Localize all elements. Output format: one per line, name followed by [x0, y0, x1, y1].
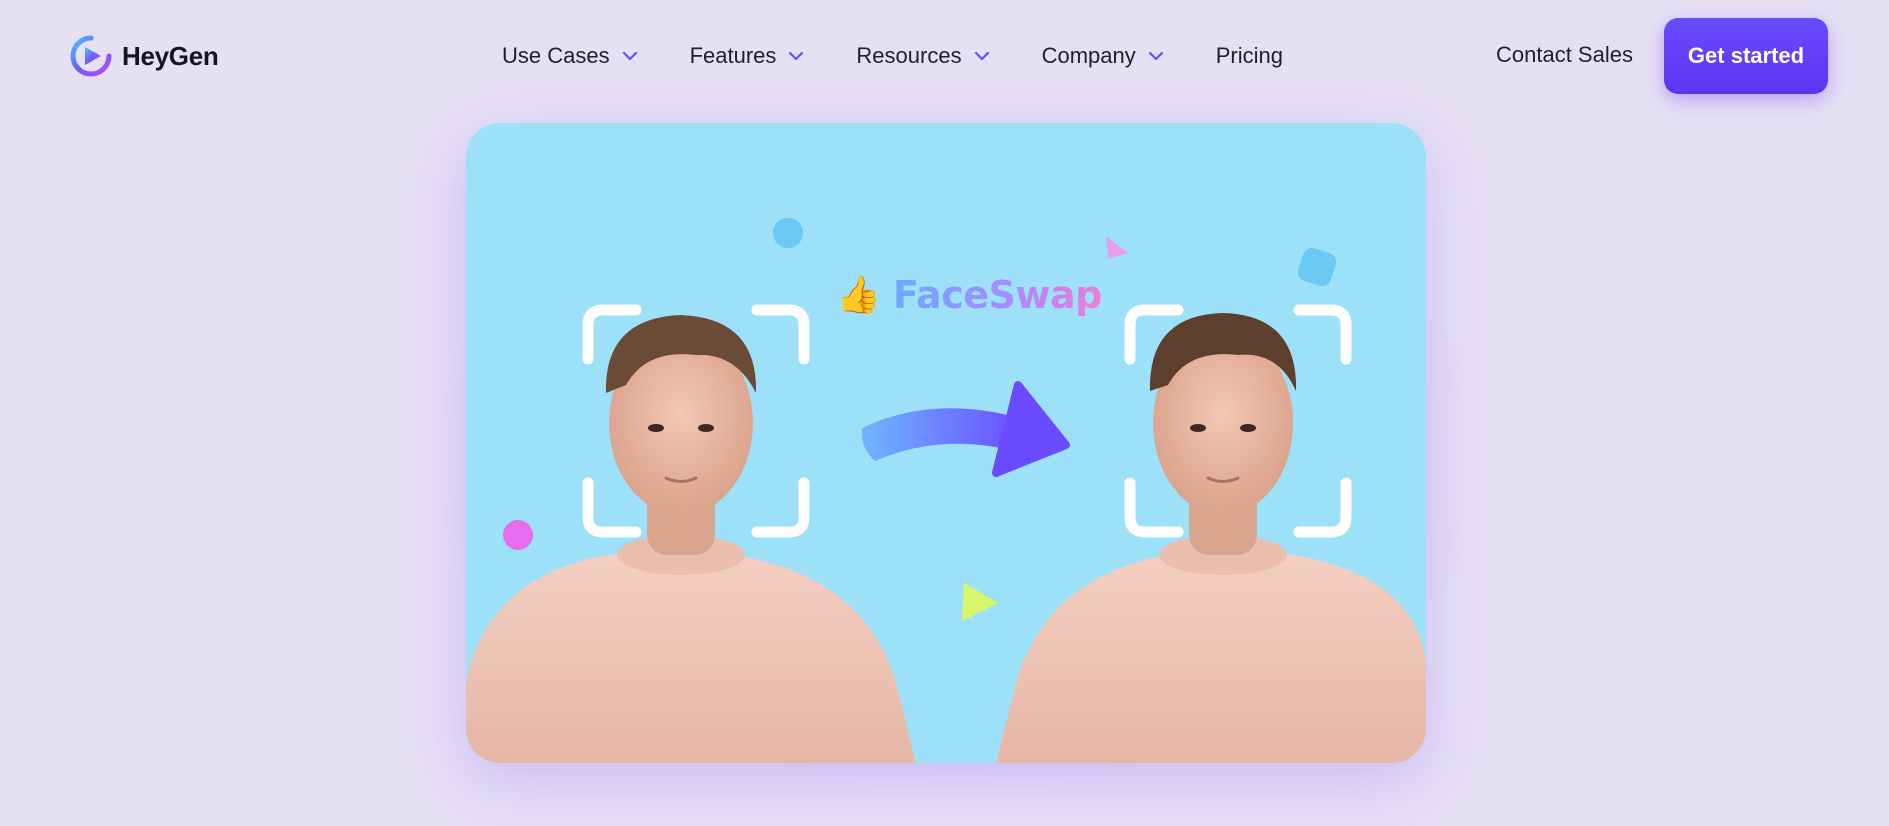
decor-triangle: [1106, 236, 1128, 259]
get-started-button[interactable]: Get started: [1664, 18, 1828, 94]
chevron-down-icon: [789, 51, 804, 61]
faceswap-illustration: [466, 218, 1426, 763]
heygen-logo[interactable]: HeyGen: [70, 35, 219, 77]
nav-label: Use Cases: [502, 43, 610, 68]
nav-resources[interactable]: Resources: [856, 43, 989, 69]
swapped-person: [996, 313, 1426, 763]
chevron-down-icon: [974, 51, 989, 61]
main-menu: Use Cases Features Resources Company Pri…: [502, 36, 1283, 76]
faceswap-title: 👍 FaceSwap: [836, 273, 1102, 317]
chevron-down-icon: [1148, 51, 1163, 61]
faceswap-hero-card: 👍 FaceSwap: [466, 123, 1426, 763]
nav-use-cases[interactable]: Use Cases: [502, 43, 638, 69]
nav-label: Pricing: [1215, 43, 1283, 68]
faceswap-title-text: FaceSwap: [892, 273, 1103, 317]
nav-label: Resources: [856, 43, 962, 68]
original-person: [466, 315, 916, 763]
arrow-right-icon: [861, 381, 1070, 477]
chevron-down-icon: [622, 51, 637, 61]
decor-triangle: [962, 583, 998, 621]
heygen-logo-icon: [70, 35, 112, 77]
nav-features[interactable]: Features: [690, 43, 805, 69]
nav-company[interactable]: Company: [1042, 43, 1164, 69]
top-navigation: HeyGen Use Cases Features Resources Comp…: [0, 0, 1889, 112]
contact-sales-link[interactable]: Contact Sales: [1496, 42, 1633, 68]
nav-label: Company: [1041, 43, 1136, 68]
page: HeyGen Use Cases Features Resources Comp…: [0, 0, 1889, 826]
brand-name: HeyGen: [122, 40, 219, 71]
decor-circle: [773, 218, 803, 248]
thumbs-up-icon: 👍: [836, 274, 881, 315]
nav-pricing[interactable]: Pricing: [1216, 43, 1283, 69]
nav-label: Features: [689, 43, 777, 68]
decor-circle: [503, 520, 533, 550]
decor-square: [1297, 247, 1337, 287]
